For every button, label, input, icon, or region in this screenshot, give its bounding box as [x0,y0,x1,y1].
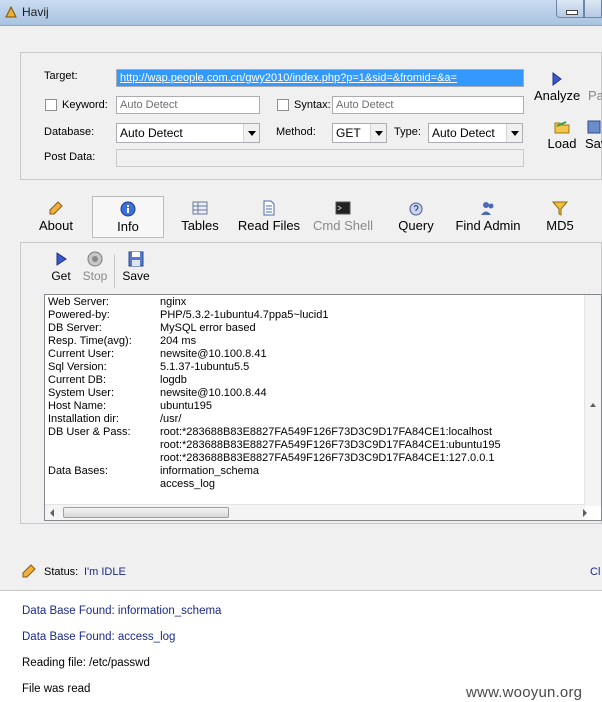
info-icon [120,201,136,217]
syntax-input[interactable]: Auto Detect [332,96,524,114]
info-value: newsite@10.100.8.44 [160,387,267,399]
folder-icon [554,121,570,134]
play-icon [552,72,562,86]
horizontal-scrollbar[interactable] [45,504,587,520]
method-select[interactable]: GET [332,123,387,143]
info-value: MySQL error based [160,322,256,334]
type-select[interactable]: Auto Detect [428,123,523,143]
keyword-label: Keyword: [62,99,108,111]
info-value: ubuntu195 [160,400,212,412]
tab-cmd-shell[interactable]: Cmd Shell [310,196,376,238]
vertical-scrollbar[interactable] [584,295,601,506]
info-value: logdb [160,374,187,386]
info-value: access_log [160,478,216,490]
tab-about[interactable]: About [30,196,82,238]
chevron-down-icon [370,124,386,142]
brush-icon [49,201,63,215]
tab-query[interactable]: Query [388,196,444,238]
post-data-label: Post Data: [44,151,96,163]
info-key: Resp. Time(avg): [48,335,132,347]
pause-icon [589,72,601,86]
tab-info[interactable]: Info [92,196,164,238]
info-value: nginx [160,296,187,308]
chevron-down-icon [506,124,522,142]
target-input[interactable]: http://wap.people.com.cn/gwy2010/index.p… [116,69,524,87]
watermark: www.wooyun.org [466,684,583,701]
clear-link[interactable]: Cl [590,566,600,578]
analyze-button[interactable]: Analyze [534,72,580,103]
info-value: /usr/ [160,413,182,425]
info-key: DB Server: [48,322,102,334]
info-key: System User: [48,387,115,399]
info-key: Powered-by: [48,309,110,321]
info-value: newsite@10.100.8.41 [160,348,267,360]
status-label: Status: [44,566,79,578]
query-icon [409,202,423,216]
info-value: root:*283688B83E8827FA549F126F73D3C9D17F… [160,439,501,451]
window-title: Havij [22,5,49,19]
file-icon [263,200,275,216]
keyword-input[interactable]: Auto Detect [116,96,260,114]
syntax-label: Syntax: [294,99,331,111]
tab-read-files[interactable]: Read Files [236,196,302,238]
app-icon [5,5,17,18]
title-bar: Havij [0,0,602,26]
syntax-checkbox[interactable] [277,99,289,111]
users-icon [481,202,494,215]
info-value: 204 ms [160,335,197,347]
log-line: Data Base Found: information_schema [22,605,222,617]
status-value: I'm IDLE [84,566,126,578]
main-toolbar: About Info Tables Read Files Cmd Shell Q… [20,196,602,238]
maximize-button[interactable] [584,0,602,18]
scrollbar-thumb[interactable] [63,507,229,518]
info-key: Current User: [48,348,115,360]
toolbar-divider [114,254,115,288]
load-button[interactable]: Load [544,120,580,151]
get-button[interactable]: Get [48,250,74,283]
info-value: PHP/5.3.2-1ubuntu4.7ppa5~lucid1 [160,309,329,321]
log-line: File was read [22,683,91,695]
info-key: Installation dir: [48,413,119,425]
info-value: 5.1.37-1ubuntu5.5 [160,361,250,373]
tab-tables[interactable]: Tables [174,196,226,238]
info-value: root:*283688B83E8827FA549F126F73D3C9D17F… [160,426,493,438]
funnel-icon [552,201,568,216]
info-key: Current DB: [48,374,107,386]
status-icon [22,564,36,578]
stop-icon [87,251,103,267]
save-config-button[interactable]: Sav [585,120,602,151]
post-data-input[interactable] [116,149,524,167]
keyword-checkbox[interactable] [45,99,57,111]
chevron-down-icon [243,124,259,142]
table-icon [192,201,208,215]
database-label: Database: [44,126,95,138]
pause-button[interactable]: Pa [588,72,602,103]
database-select[interactable]: Auto Detect [116,123,260,143]
log-line: Data Base Found: access_log [22,631,176,643]
stop-button[interactable]: Stop [80,250,110,283]
info-value: information_schema [160,465,260,477]
disk-icon [587,120,600,134]
info-key: DB User & Pass: [48,426,131,438]
info-value: root:*283688B83E8827FA549F126F73D3C9D17F… [160,452,495,464]
minimize-button[interactable] [556,0,584,18]
info-key: Host Name: [48,400,107,412]
log-line: Reading file: /etc/passwd [22,657,150,669]
tab-find-admin[interactable]: Find Admin [448,196,528,238]
info-textbox[interactable]: Web Server: nginx Powered-by: PHP/5.3.2-1ub… [44,294,602,521]
tab-md5[interactable]: MD5 [536,196,584,238]
play-icon [56,252,67,266]
disk-icon [128,251,144,267]
method-label: Method: [276,126,316,138]
info-key: Data Bases: [48,465,108,477]
save-button[interactable]: Save [120,250,152,283]
terminal-icon [335,201,351,215]
type-label: Type: [394,126,421,138]
info-key: Web Server: [48,296,109,308]
info-key: Sql Version: [48,361,107,373]
target-label: Target: [44,70,78,82]
